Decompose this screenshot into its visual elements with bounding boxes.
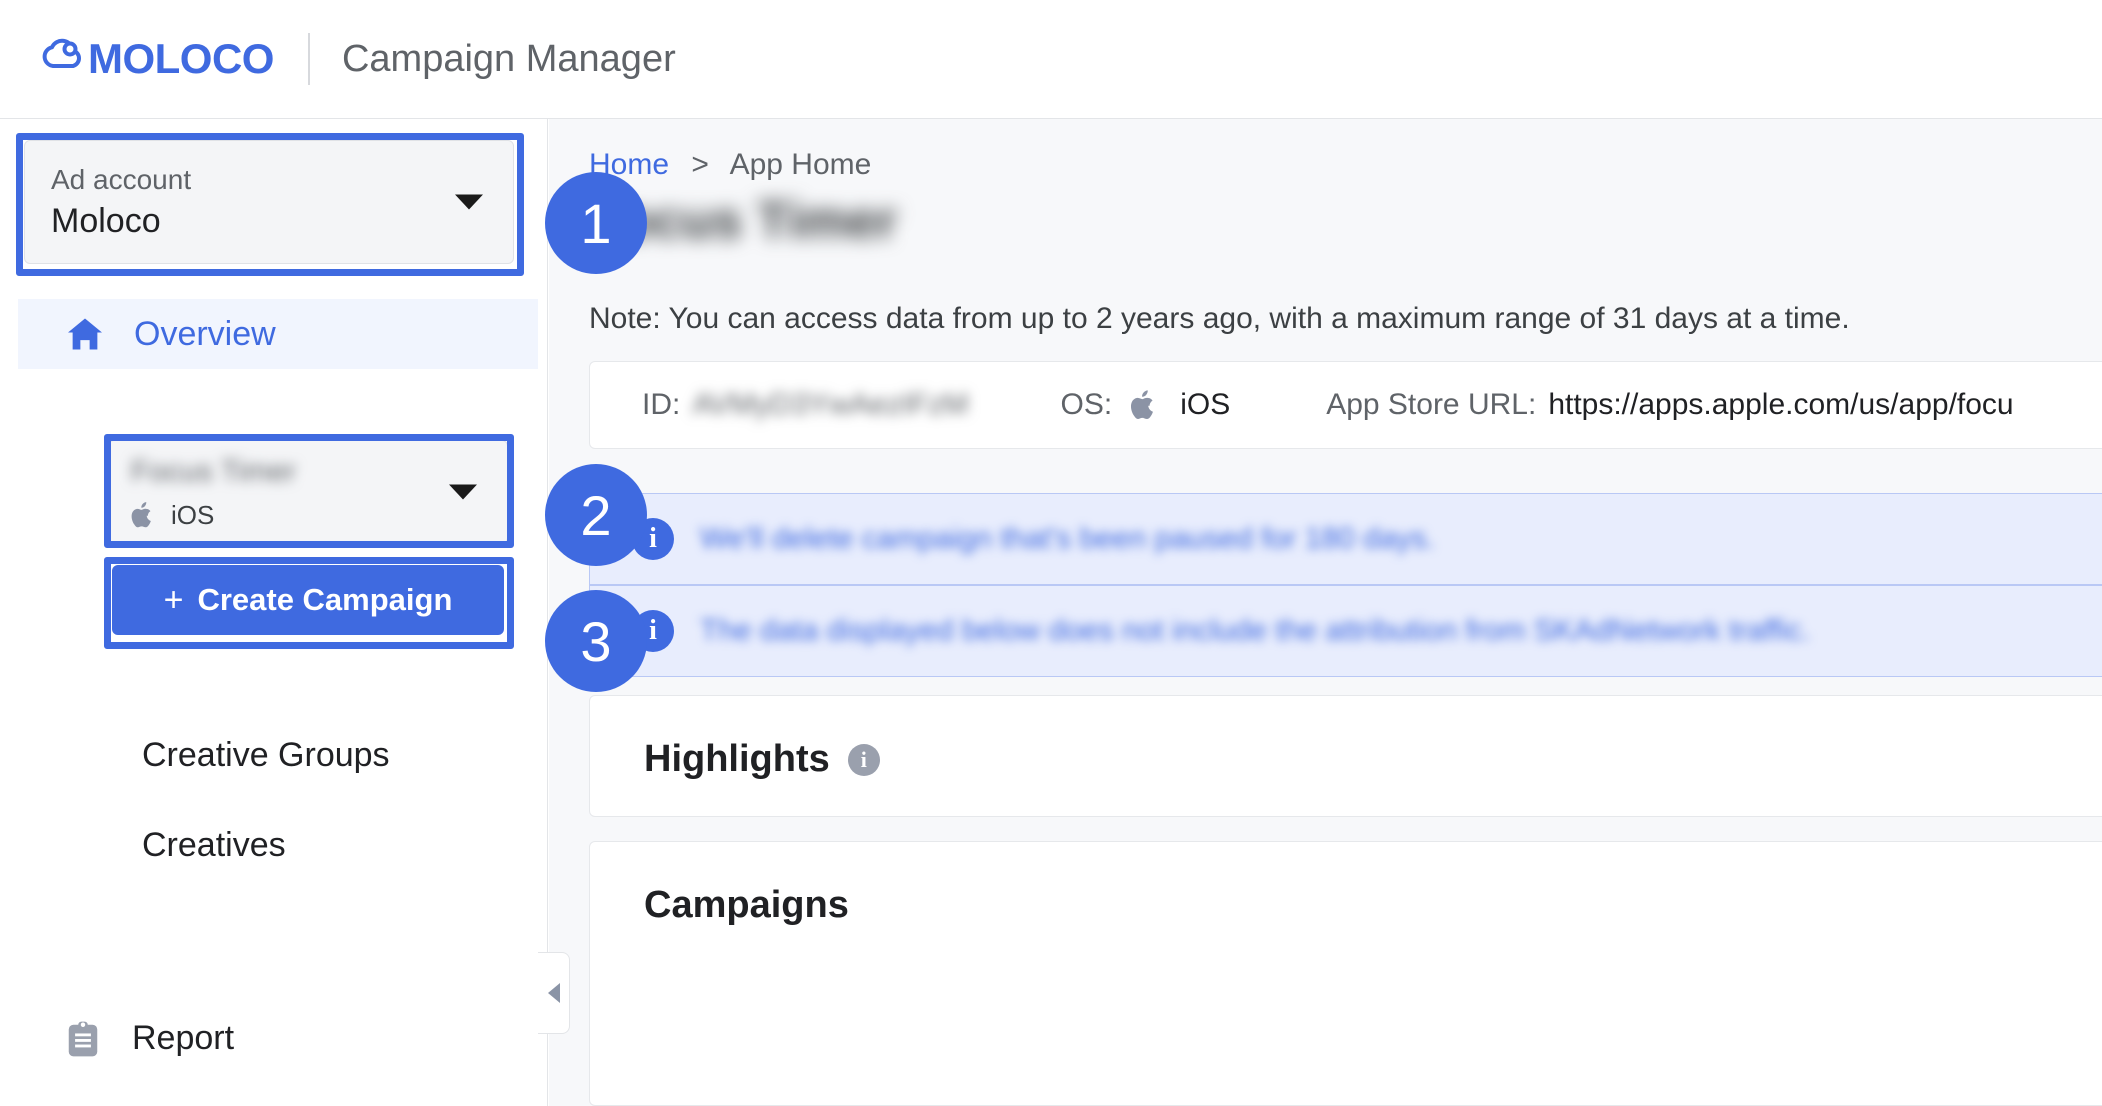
annotation-badge-3: 3 (545, 590, 647, 692)
app-store-url-value[interactable]: https://apps.apple.com/us/app/focu (1548, 388, 2013, 422)
annotation-badge-2: 2 (545, 464, 647, 566)
chevron-left-icon (547, 983, 560, 1003)
moloco-cloud-logo-icon (42, 38, 81, 68)
sidebar-item-creatives[interactable]: Creatives (142, 826, 286, 865)
product-title: Campaign Manager (341, 37, 676, 80)
app-os-label: OS: (1060, 388, 1113, 421)
create-campaign-label: Create Campaign (197, 582, 453, 617)
sidebar-item-overview[interactable]: Overview (18, 299, 538, 369)
breadcrumb-current: App Home (729, 148, 872, 181)
app-meta-card: ID: AVMyD3YwAezIFzM OS: iOS App Store UR… (589, 361, 2102, 449)
app-selector[interactable]: Focus Timer iOS (108, 440, 508, 544)
highlights-section: Highlights i (589, 695, 2102, 817)
info-banner-skadnetwork: i The data displayed below does not incl… (589, 585, 2102, 677)
annotation-badge-1: 1 (545, 172, 647, 274)
breadcrumb-separator: > (691, 148, 709, 181)
sidebar-item-report-label: Report (132, 1019, 235, 1057)
info-banner-retention-text: We'll delete campaign that's been paused… (700, 522, 1435, 555)
info-circle-icon[interactable]: i (847, 743, 880, 776)
sidebar-item-creative-groups[interactable]: Creative Groups (142, 736, 390, 775)
data-range-note: Note: You can access data from up to 2 y… (589, 302, 1850, 335)
campaigns-section: Campaigns (589, 841, 2102, 1106)
info-banner-retention: i We'll delete campaign that's been paus… (589, 493, 2102, 585)
app-store-url-label: App Store URL: (1326, 388, 1537, 421)
app-os-value: iOS (1180, 388, 1231, 421)
sidebar: Ad account Moloco Overview Focus Timer i… (0, 119, 548, 1106)
highlights-header: Highlights i (590, 696, 2102, 781)
info-banner-skadnetwork-text: The data displayed below does not includ… (700, 614, 1811, 647)
breadcrumb: Home > App Home (589, 148, 871, 182)
highlights-title: Highlights (644, 738, 830, 780)
brand-logo[interactable]: MOLOCO (40, 36, 274, 82)
app-selector-name: Focus Timer (131, 454, 297, 488)
ad-account-label: Ad account (51, 164, 192, 196)
main-content: Home > App Home Focus Timer Note: You ca… (549, 119, 2102, 1106)
app-id-label: ID: (642, 388, 681, 421)
apple-icon (131, 502, 151, 528)
ad-account-value: Moloco (51, 202, 161, 241)
sidebar-item-report[interactable]: Report (64, 1019, 234, 1058)
home-icon (68, 318, 102, 350)
app-id-value: AVMyD3YwAezIFzM (692, 388, 969, 421)
sidebar-collapse-handle[interactable] (538, 952, 570, 1034)
top-bar: MOLOCO Campaign Manager (0, 0, 2102, 119)
sidebar-item-overview-label: Overview (134, 314, 276, 353)
apple-icon (1131, 390, 1154, 420)
campaigns-header: Campaigns (590, 842, 2102, 927)
app-selector-os: iOS (131, 500, 485, 531)
app-root: MOLOCO Campaign Manager Ad account Moloc… (0, 0, 2102, 1106)
clipboard-icon (68, 1021, 98, 1056)
logo-wordmark: MOLOCO (88, 35, 274, 82)
app-id-group: ID: AVMyD3YwAezIFzM (642, 388, 969, 422)
app-store-url-group: App Store URL: https://apps.apple.com/us… (1326, 388, 2013, 422)
chevron-down-icon (449, 484, 477, 500)
plus-icon: + (163, 581, 184, 619)
app-os-group: OS: iOS (1061, 388, 1231, 422)
campaigns-title: Campaigns (644, 884, 849, 926)
app-selector-os-label: iOS (171, 499, 215, 530)
topbar-divider (307, 33, 310, 85)
ad-account-selector[interactable]: Ad account Moloco (24, 140, 514, 264)
create-campaign-button[interactable]: + Create Campaign (112, 565, 504, 635)
chevron-down-icon (455, 194, 483, 210)
